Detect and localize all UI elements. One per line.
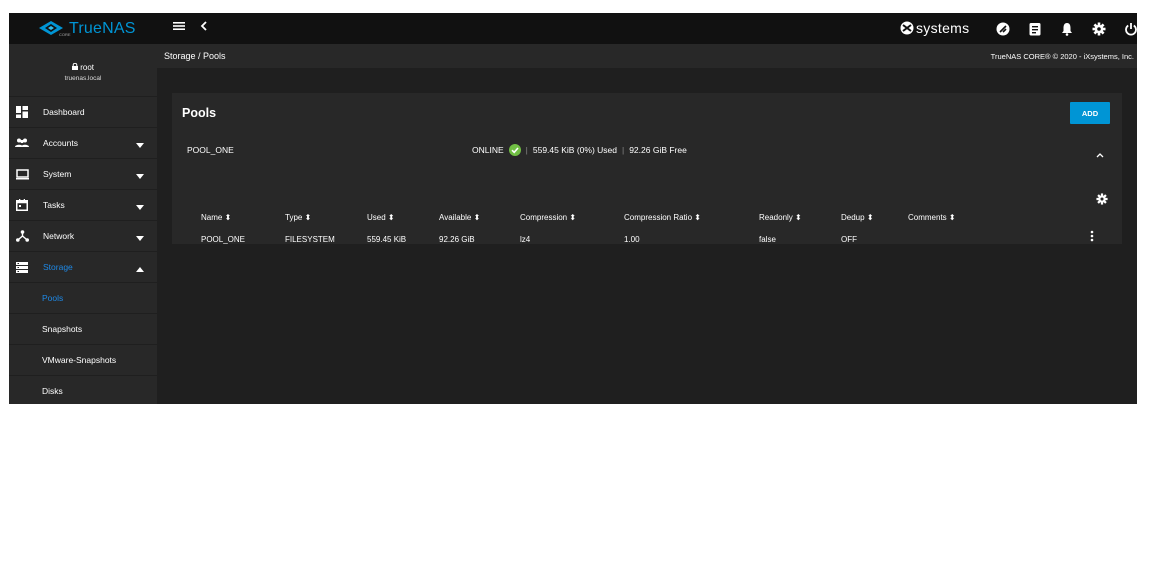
column-header-name[interactable]: Name ⬍ xyxy=(201,213,231,222)
sidebar-subitem-disks[interactable]: Disks xyxy=(9,376,157,404)
column-header-dedup[interactable]: Dedup ⬍ xyxy=(841,213,874,222)
top-bar-actions xyxy=(994,20,1137,38)
pool-header-row[interactable]: POOL_ONE ONLINE | 559.45 KiB (0%) Used |… xyxy=(172,139,1122,165)
separator: | xyxy=(525,145,528,155)
cell-dedup: OFF xyxy=(841,235,857,244)
cell-available: 92.26 GiB xyxy=(439,235,475,244)
bell-icon[interactable] xyxy=(1058,20,1076,38)
sidebar-item-label: System xyxy=(43,169,72,179)
caret-down-icon xyxy=(136,140,144,150)
check-circle-icon xyxy=(508,144,521,156)
copyright-text: TrueNAS CORE® © 2020 - iXsystems, Inc. xyxy=(990,52,1134,61)
column-header-used[interactable]: Used ⬍ xyxy=(367,213,395,222)
sidebar-item-accounts[interactable]: Accounts xyxy=(9,128,157,159)
cell-name: POOL_ONE xyxy=(201,235,246,244)
column-header-compression[interactable]: Compression ⬍ xyxy=(520,213,576,222)
accounts-icon xyxy=(15,136,29,150)
truenas-logo[interactable]: TrueNAS xyxy=(39,18,136,40)
sort-icon: ⬍ xyxy=(795,213,802,222)
pool-state: ONLINE xyxy=(472,145,504,155)
chevron-left-icon[interactable] xyxy=(199,19,209,37)
chevron-up-icon[interactable] xyxy=(1096,145,1104,163)
caret-up-icon xyxy=(136,264,144,274)
sidebar-item-label: Accounts xyxy=(43,138,78,148)
sidebar-item-label: Network xyxy=(43,231,75,241)
sort-icon: ⬍ xyxy=(569,213,577,222)
sidebar-subitem-pools[interactable]: Pools xyxy=(9,283,157,314)
sidebar-item-tasks[interactable]: Tasks xyxy=(9,190,157,221)
column-header-type[interactable]: Type ⬍ xyxy=(285,213,311,222)
sidebar-item-system[interactable]: System xyxy=(9,159,157,190)
cell-used: 559.45 KiB xyxy=(367,235,407,244)
pool-status: ONLINE | 559.45 KiB (0%) Used | 92.26 Gi… xyxy=(472,144,687,156)
sidebar-item-dashboard[interactable]: Dashboard xyxy=(9,97,157,128)
cell-readonly: false xyxy=(759,235,776,244)
column-header-available[interactable]: Available ⬍ xyxy=(439,213,480,222)
network-icon xyxy=(15,229,29,243)
hamburger-menu-icon[interactable] xyxy=(173,19,185,37)
lock-icon xyxy=(71,62,78,70)
ixsystems-logo: systems xyxy=(899,20,969,36)
sidebar-item-label: Storage xyxy=(43,262,73,272)
sidebar-subitem-vmware-snapshots[interactable]: VMware-Snapshots xyxy=(9,345,157,376)
column-header-compression-ratio[interactable]: Compression Ratio ⬍ xyxy=(624,213,701,222)
user-name: root xyxy=(80,63,95,72)
sidebar: root truenas.local Dashboard Accounts Sy… xyxy=(9,44,157,404)
logo-subtext: CORE xyxy=(59,32,71,37)
breadcrumb-bar: Storage / Pools TrueNAS CORE® © 2020 - i… xyxy=(157,44,1137,68)
sidebar-item-label: Dashboard xyxy=(43,107,85,117)
cell-compression-ratio: 1.00 xyxy=(624,235,640,244)
task-manager-icon[interactable] xyxy=(1026,20,1044,38)
cell-compression: lz4 xyxy=(520,235,531,244)
breadcrumb: Storage / Pools xyxy=(164,51,226,61)
logo-text: TrueNAS xyxy=(69,20,136,37)
ixsystems-text: systems xyxy=(916,20,970,36)
sort-icon: ⬍ xyxy=(948,213,956,222)
page-title: Pools xyxy=(182,106,217,120)
storage-icon xyxy=(15,260,29,274)
pool-used: 559.45 KiB (0%) Used xyxy=(532,145,617,155)
user-name-row: root xyxy=(9,44,157,72)
sort-icon: ⬍ xyxy=(473,213,481,222)
separator: | xyxy=(621,145,625,155)
gear-icon[interactable] xyxy=(1090,20,1108,38)
column-header-comments[interactable]: Comments ⬍ xyxy=(908,213,956,222)
user-host: truenas.local xyxy=(64,75,102,82)
pools-card: Pools ADD POOL_ONE ONLINE | 559.45 KiB (… xyxy=(172,93,1122,244)
sidebar-item-network[interactable]: Network xyxy=(9,221,157,252)
pool-free: 92.26 GiB Free xyxy=(629,145,687,155)
sort-icon: ⬍ xyxy=(224,213,232,222)
calendar-icon xyxy=(15,198,29,212)
dashboard-icon xyxy=(15,105,29,119)
monitor-icon xyxy=(15,167,29,181)
sidebar-subitem-snapshots[interactable]: Snapshots xyxy=(9,314,157,345)
sort-icon: ⬍ xyxy=(694,213,701,222)
more-vert-icon[interactable] xyxy=(1090,229,1094,247)
pool-name: POOL_ONE xyxy=(187,145,234,155)
sort-icon: ⬍ xyxy=(304,213,312,222)
sort-icon: ⬍ xyxy=(387,213,395,222)
caret-down-icon xyxy=(136,202,144,212)
top-bar: TrueNAS CORE systems xyxy=(9,13,1137,44)
cell-type: FILESYSTEM xyxy=(285,235,335,244)
truenas-app: TrueNAS CORE systems root truenas.local … xyxy=(9,13,1137,404)
caret-down-icon xyxy=(136,171,144,181)
sidebar-item-label: Tasks xyxy=(43,200,65,210)
power-icon[interactable] xyxy=(1122,20,1137,38)
sidebar-item-storage[interactable]: Storage xyxy=(9,252,157,283)
caret-down-icon xyxy=(136,233,144,243)
add-pool-button[interactable]: ADD xyxy=(1070,102,1110,124)
column-header-readonly[interactable]: Readonly ⬍ xyxy=(759,213,802,222)
truecommand-icon[interactable] xyxy=(994,20,1012,38)
ixsystems-icon xyxy=(900,21,914,35)
user-panel: root truenas.local xyxy=(9,44,157,97)
table-settings-gear-icon[interactable] xyxy=(1096,192,1108,210)
sort-icon: ⬍ xyxy=(866,213,874,222)
